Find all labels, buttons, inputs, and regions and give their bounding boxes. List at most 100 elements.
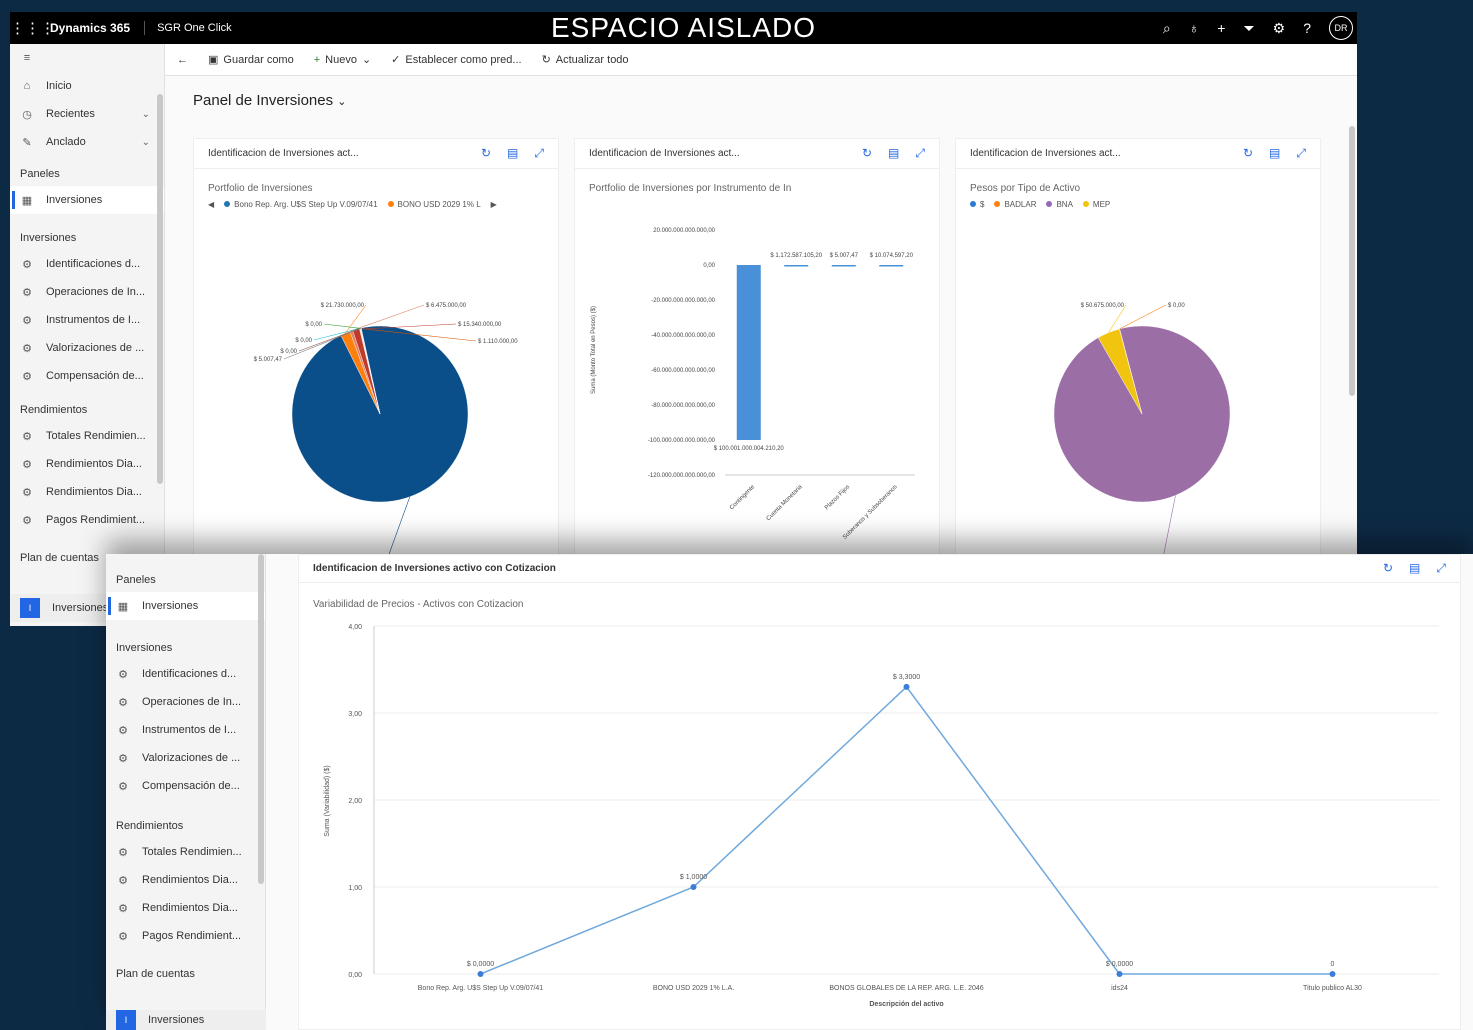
refresh-icon[interactable]: ↻ [1383,561,1393,576]
nav-panel-investments[interactable]: ▦ Inversiones [10,186,164,214]
set-default-button[interactable]: ✓ Establecer como pred... [391,53,522,67]
main-scrollbar[interactable] [1349,126,1355,396]
lightbulb-icon[interactable]: ♁ [1189,20,1200,36]
chevron-down-icon[interactable]: ⌄ [142,137,150,148]
data-point[interactable] [1116,971,1123,977]
view-records-icon[interactable]: ▤ [507,146,518,161]
series-line[interactable] [480,685,1333,975]
nav-item-returns-3[interactable]: ⚙ Pagos Rendimient... [106,922,265,950]
nav-item-investments-1[interactable]: ⚙ Operaciones de In... [10,278,164,306]
nav-label: Totales Rendimien... [46,430,146,442]
nav-label: Inversiones [46,194,103,206]
refresh-icon[interactable]: ↻ [862,146,872,161]
legend-item[interactable]: MEP [1082,200,1110,209]
data-point[interactable] [903,683,910,690]
expand-icon[interactable]: ⤢ [915,146,925,161]
nav-item-returns-0[interactable]: ⚙ Totales Rendimien... [10,422,164,450]
nav-item-investments-0[interactable]: ⚙ Identificaciones d... [106,660,265,688]
help-icon[interactable]: ? [1303,20,1311,36]
avatar[interactable]: DR [1329,16,1353,40]
data-label: $ 1.110.000,00 [478,339,518,345]
card-title: Identificacion de Inversiones activo con… [313,563,556,574]
x-tick-label: Titulo publico AL30 [1303,985,1362,992]
nav-item-returns-3[interactable]: ⚙ Pagos Rendimient... [10,506,164,534]
area-badge: I [20,598,40,618]
legend-label: BONO USD 2029 1% L [397,200,481,209]
data-point[interactable] [1329,971,1336,977]
legend-prev-icon[interactable]: ◀ [208,200,214,209]
nav-item-returns-0[interactable]: ⚙ Totales Rendimien... [106,838,265,866]
nav-item-returns-1[interactable]: ⚙ Rendimientos Dia... [10,450,164,478]
data-label: $ 15.340.000,00 [458,322,502,328]
nav-item-returns-2[interactable]: ⚙ Rendimientos Dia... [10,478,164,506]
nav-item-investments-3[interactable]: ⚙ Valorizaciones de ... [10,334,164,362]
bar[interactable] [831,265,856,267]
back-arrow-icon[interactable]: ← [177,54,188,66]
entity-icon: ⚙ [22,370,32,383]
view-records-icon[interactable]: ▤ [888,146,899,161]
bar[interactable] [879,265,904,267]
entity-icon: ⚙ [22,458,32,471]
nav-item-investments-4[interactable]: ⚙ Compensación de... [106,772,265,800]
legend-item[interactable]: BONO USD 2029 1% L [387,200,481,209]
sidebar-scrollbar[interactable] [157,94,163,484]
y-tick-label: 0,00 [348,972,362,979]
legend-item[interactable]: $ [970,200,984,209]
expand-icon[interactable]: ⤢ [1296,146,1306,161]
legend-item[interactable]: Bono Rep. Arg. U$S Step Up V.09/07/41 [224,200,378,209]
refresh-all-button[interactable]: ↻ Actualizar todo [542,53,629,67]
filter-icon[interactable]: ⏷ [1243,20,1254,37]
nav-label: Anclado [46,136,86,148]
x-tick-label: Bono Rep. Arg. U$S Step Up V.09/07/41 [418,985,544,992]
legend-item[interactable]: BADLAR [994,200,1036,209]
nav-recent[interactable]: ◷ Recientes ⌄ [10,100,164,128]
bar[interactable] [784,264,809,267]
sidebar-scrollbar[interactable] [258,554,264,884]
command-label: Establecer como pred... [405,53,522,66]
nav-item-investments-2[interactable]: ⚙ Instrumentos de I... [106,716,265,744]
nav-pinned[interactable]: ✎ Anclado ⌄ [10,128,164,156]
chevron-down-icon[interactable]: ⌄ [142,109,150,120]
expand-icon[interactable]: ⤢ [1436,561,1446,576]
entity-icon: ⚙ [22,514,32,527]
app-launcher-icon[interactable]: ⋮⋮⋮ [10,19,55,37]
legend-next-icon[interactable]: ▶ [491,200,497,209]
expand-icon[interactable]: ⤢ [534,146,544,161]
entity-icon: ⚙ [118,846,128,859]
nav-item-investments-4[interactable]: ⚙ Compensación de... [10,362,164,390]
view-records-icon[interactable]: ▤ [1409,561,1420,576]
legend-item[interactable]: BNA [1046,200,1073,209]
data-label: $ 0,00 [295,338,312,344]
nav-item-investments-2[interactable]: ⚙ Instrumentos de I... [10,306,164,334]
dashboard-selector[interactable]: Panel de Inversiones ⌄ [193,92,346,109]
view-records-icon[interactable]: ▤ [1269,146,1280,161]
save-as-button[interactable]: ▣ Guardar como [208,53,294,67]
settings-icon[interactable]: ⚙ [1273,20,1286,37]
data-point[interactable] [477,971,484,977]
search-icon[interactable]: ⌕ [1163,20,1171,37]
data-point[interactable] [690,884,697,890]
refresh-icon[interactable]: ↻ [1243,146,1253,161]
area-switcher[interactable]: I Inversiones [106,1010,266,1030]
app-name[interactable]: Dynamics 365 [50,21,146,35]
nav-item-investments-0[interactable]: ⚙ Identificaciones d... [10,250,164,278]
nav-panel-investments[interactable]: ▦ Inversiones [106,592,265,620]
new-button[interactable]: + Nuevo ⌄ [314,53,371,67]
hamburger-icon[interactable]: ≡ [10,44,164,72]
y-tick-label: 20.000.000.000.000,00 [653,228,715,234]
nav-item-investments-3[interactable]: ⚙ Valorizaciones de ... [106,744,265,772]
bar[interactable] [736,265,761,441]
nav-item-returns-2[interactable]: ⚙ Rendimientos Dia... [106,894,265,922]
line-chart-variability[interactable]: 0,00 1,00 2,00 3,00 4,00 Suma (Variabilidad) … [299,611,1459,1030]
chevron-down-icon[interactable]: ⌄ [362,53,371,66]
nav-home[interactable]: ⌂ Inicio [10,72,164,100]
entity-icon: ⚙ [118,752,128,765]
legend-swatch [994,201,1001,207]
nav-item-investments-1[interactable]: ⚙ Operaciones de In... [106,688,265,716]
nav-section-accounts: Plan de cuentas [116,968,195,980]
refresh-icon[interactable]: ↻ [481,146,491,161]
nav-item-returns-1[interactable]: ⚙ Rendimientos Dia... [106,866,265,894]
add-icon[interactable]: + [1217,20,1225,36]
area-name[interactable]: SGR One Click [145,22,232,34]
nav-label: Totales Rendimien... [142,846,242,858]
